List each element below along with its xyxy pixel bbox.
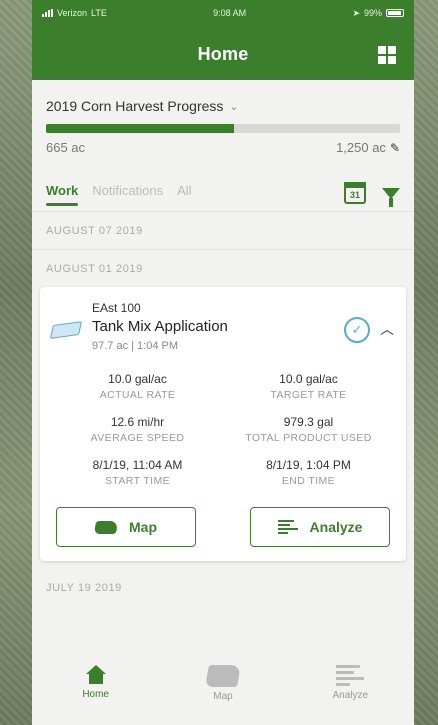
battery-icon [386, 9, 404, 17]
network-label: LTE [91, 8, 107, 18]
pencil-icon[interactable]: ✎ [390, 141, 400, 155]
filter-icon[interactable] [382, 187, 400, 207]
progress-bar-fill [46, 124, 235, 133]
stat-target-rate: 10.0 gal/ac TARGET RATE [223, 372, 394, 401]
card-text: EAst 100 Tank Mix Application 97.7 ac | … [92, 301, 344, 352]
battery-label: 99% [363, 8, 382, 18]
operation-card[interactable]: EAst 100 Tank Mix Application 97.7 ac | … [40, 287, 406, 561]
stat-label: START TIME [104, 475, 171, 487]
tab-all[interactable]: All [177, 183, 191, 204]
tab-notifications[interactable]: Notifications [92, 183, 163, 204]
status-right: ➤ 99% [352, 8, 404, 19]
stats-grid: 10.0 gal/ac ACTUAL RATE 10.0 gal/ac TARG… [52, 372, 394, 487]
check-icon[interactable]: ✓ [344, 317, 370, 343]
background-right [414, 0, 438, 725]
stat-start-time: 8/1/19, 11:04 AM START TIME [52, 458, 223, 487]
field-boundary-icon [49, 321, 83, 339]
progress-current: 665 ac [46, 140, 86, 155]
stat-end-time: 8/1/19, 1:04 PM END TIME [223, 458, 394, 487]
analyze-button-label: Analyze [309, 519, 363, 535]
phone-screen: Verizon LTE 9:08 AM ➤ 99% Home 2019 Corn… [32, 0, 414, 725]
date-header[interactable]: AUGUST 01 2019 [32, 249, 414, 287]
stat-label: AVERAGE SPEED [90, 432, 185, 444]
status-time: 9:08 AM [213, 8, 247, 18]
signal-icon [42, 9, 53, 17]
nav-analyze[interactable]: Analyze [310, 665, 390, 701]
stat-label: END TIME [281, 475, 336, 487]
calendar-day: 31 [349, 189, 360, 200]
grid-menu-icon[interactable] [378, 46, 396, 64]
carrier-label: Verizon [57, 8, 88, 18]
location-arrow-icon: ➤ [352, 7, 360, 18]
progress-selector[interactable]: 2019 Corn Harvest Progress ⌄ [46, 98, 400, 114]
chevron-down-icon: ⌄ [229, 100, 239, 113]
nav-label: Analyze [332, 690, 369, 701]
stat-label: TARGET RATE [270, 389, 347, 401]
analyze-icon [336, 665, 365, 686]
nav-map[interactable]: Map [183, 665, 263, 702]
home-icon [85, 665, 106, 685]
field-name: EAst 100 [92, 301, 141, 315]
stat-value: 979.3 gal [283, 415, 334, 429]
map-button[interactable]: Map [56, 507, 196, 547]
tabs-row: Work Notifications All 31 [32, 175, 414, 211]
stat-value: 12.6 mi/hr [110, 415, 165, 429]
calendar-icon[interactable]: 31 [344, 182, 366, 204]
nav-home[interactable]: Home [56, 665, 136, 700]
progress-target-wrap[interactable]: 1,250 ac ✎ [336, 140, 400, 155]
analyze-icon [277, 520, 298, 534]
map-icon [205, 665, 241, 687]
stat-label: ACTUAL RATE [99, 389, 176, 401]
operation-name: Tank Mix Application [92, 318, 228, 335]
progress-labels: 665 ac 1,250 ac ✎ [46, 140, 400, 155]
stat-total-product: 979.3 gal TOTAL PRODUCT USED [223, 415, 394, 444]
map-button-label: Map [129, 519, 157, 535]
stat-value: 10.0 gal/ac [108, 372, 167, 386]
date-header[interactable]: AUGUST 07 2019 [32, 211, 414, 249]
stat-value: 8/1/19, 11:04 AM [92, 458, 183, 472]
stat-average-speed: 12.6 mi/hr AVERAGE SPEED [52, 415, 223, 444]
progress-bar [46, 124, 400, 133]
stat-label: TOTAL PRODUCT USED [245, 432, 372, 444]
status-bar: Verizon LTE 9:08 AM ➤ 99% [32, 0, 414, 26]
progress-target: 1,250 ac [336, 140, 386, 155]
status-left: Verizon LTE [42, 8, 107, 18]
card-actions: Map Analyze [52, 507, 394, 547]
stat-actual-rate: 10.0 gal/ac ACTUAL RATE [52, 372, 223, 401]
tab-work[interactable]: Work [46, 183, 79, 206]
bottom-nav: Home Map Analyze [32, 655, 414, 725]
map-icon [93, 520, 119, 534]
tabs-tools: 31 [344, 182, 400, 207]
page-title: Home [197, 44, 249, 64]
date-header[interactable]: JULY 19 2019 [32, 571, 414, 605]
card-header: EAst 100 Tank Mix Application 97.7 ac | … [49, 301, 394, 352]
chevron-up-icon[interactable]: ︿ [380, 319, 394, 339]
app-bar: Verizon LTE 9:08 AM ➤ 99% Home [32, 0, 414, 80]
harvest-progress: 2019 Corn Harvest Progress ⌄ 665 ac 1,25… [32, 80, 414, 155]
nav-label: Map [213, 691, 233, 702]
nav-label: Home [82, 689, 109, 700]
analyze-button[interactable]: Analyze [250, 507, 390, 547]
progress-title: 2019 Corn Harvest Progress [46, 98, 224, 114]
stat-value: 10.0 gal/ac [279, 372, 338, 386]
background-left [0, 0, 32, 725]
operation-meta: 97.7 ac | 1:04 PM [92, 340, 179, 352]
stat-value: 8/1/19, 1:04 PM [266, 458, 351, 472]
